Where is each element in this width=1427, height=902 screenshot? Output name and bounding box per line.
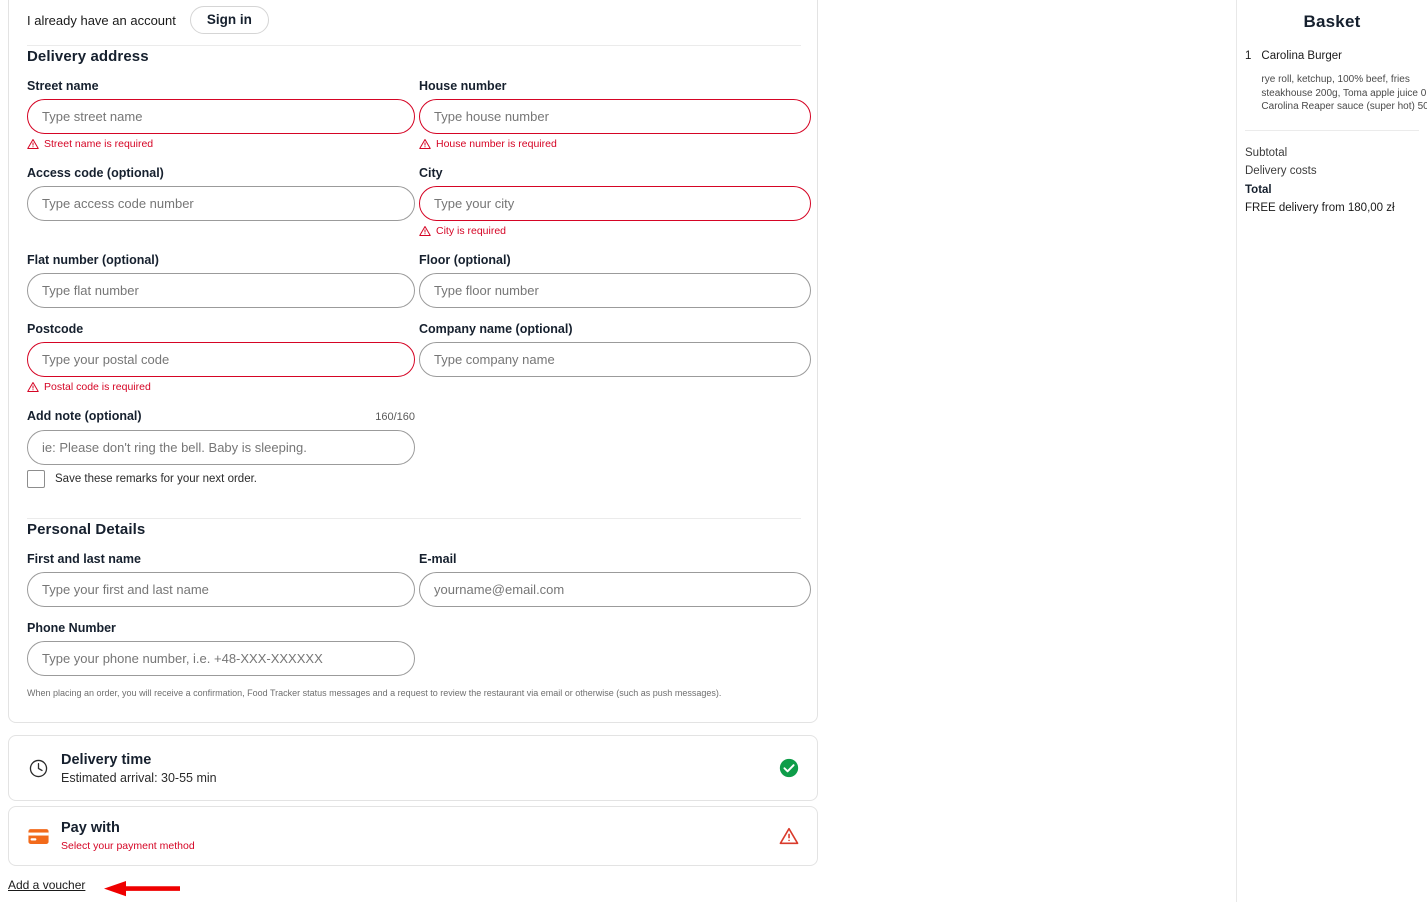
city-error-text: City is required: [436, 225, 507, 237]
access-code-label: Access code (optional): [27, 166, 164, 180]
postcode-error-text: Postal code is required: [44, 381, 151, 393]
access-code-input[interactable]: [27, 186, 415, 221]
field-full-name: First and last name: [27, 552, 415, 607]
pay-with-subtitle: Select your payment method: [61, 839, 195, 852]
address-form-card: I already have an account Sign in Delive…: [8, 0, 818, 723]
total-row-total: Total: [1245, 183, 1272, 196]
email-input[interactable]: [419, 572, 811, 607]
account-prompt-label: I already have an account: [27, 12, 176, 28]
note-character-counter: 160/160: [375, 411, 415, 423]
total-row-free-delivery-note: FREE delivery from 180,00 zł: [1245, 202, 1395, 214]
warning-triangle-icon: [27, 139, 39, 149]
floor-label: Floor (optional): [419, 253, 511, 267]
signin-row: I already have an account Sign in: [27, 3, 269, 37]
pay-with-card[interactable]: Pay with Select your payment method: [8, 806, 818, 866]
divider-top: [27, 45, 801, 46]
note-header: Add note (optional) 160/160: [27, 409, 415, 424]
field-company-name: Company name (optional): [419, 322, 811, 377]
street-name-error: Street name is required: [27, 138, 415, 150]
total-row-subtotal: Subtotal: [1245, 146, 1288, 159]
pay-with-title: Pay with: [61, 819, 120, 836]
pay-with-status: [779, 826, 799, 846]
check-circle-icon: [779, 758, 799, 778]
warning-triangle-icon: [27, 382, 39, 392]
field-house-number: House number House number is required: [419, 79, 811, 150]
basket-item-description: rye roll, ketchup, 100% beef, fries stea…: [1261, 74, 1427, 112]
delivery-time-body: Delivery time Estimated arrival: 30-55 m…: [61, 751, 779, 786]
warning-triangle-icon: [419, 139, 431, 149]
basket-title: Basket: [1303, 12, 1361, 31]
house-number-input[interactable]: [419, 99, 811, 134]
house-number-error-text: House number is required: [436, 138, 557, 150]
phone-input[interactable]: [27, 641, 415, 676]
full-name-label: First and last name: [27, 552, 141, 566]
save-remarks-row[interactable]: Save these remarks for your next order.: [27, 470, 257, 488]
delivery-time-title: Delivery time: [61, 751, 152, 768]
basket-totals: Subtotal Delivery costs Total FREE deliv…: [1245, 144, 1419, 218]
basket-item-main: Carolina Burger rye roll, ketchup, 100% …: [1261, 49, 1427, 114]
warning-triangle-icon: [779, 827, 799, 845]
order-disclaimer-text: When placing an order, you will receive …: [27, 688, 722, 698]
clock-icon: [26, 756, 50, 780]
street-name-error-text: Street name is required: [44, 138, 154, 150]
voucher-row: Add a voucher: [8, 878, 85, 892]
flat-number-label: Flat number (optional): [27, 253, 159, 267]
sign-in-button[interactable]: Sign in: [189, 6, 269, 34]
phone-label: Phone Number: [27, 621, 116, 635]
house-number-error: House number is required: [419, 138, 811, 150]
postcode-label: Postcode: [27, 322, 84, 336]
company-name-label: Company name (optional): [419, 322, 573, 336]
note-label: Add note (optional): [27, 409, 142, 423]
annotation-arrow-icon: [96, 880, 180, 902]
credit-card-icon: [26, 824, 50, 848]
postcode-input[interactable]: [27, 342, 415, 377]
field-email: E-mail: [419, 552, 811, 607]
field-city: City City is required: [419, 166, 811, 237]
field-flat-number: Flat number (optional): [27, 253, 415, 308]
checkout-main-column: I already have an account Sign in Delive…: [0, 0, 1216, 902]
field-floor: Floor (optional): [419, 253, 811, 308]
full-name-input[interactable]: [27, 572, 415, 607]
pay-with-body: Pay with Select your payment method: [61, 819, 779, 854]
basket-sidebar: Basket 1 Carolina Burger rye roll, ketch…: [1237, 0, 1427, 902]
city-error: City is required: [419, 225, 811, 237]
city-input[interactable]: [419, 186, 811, 221]
basket-item-name: Carolina Burger: [1261, 50, 1342, 62]
delivery-time-status: [779, 758, 799, 778]
field-note: [27, 430, 415, 465]
delivery-time-card[interactable]: Delivery time Estimated arrival: 30-55 m…: [8, 735, 818, 801]
delivery-address-heading: Delivery address: [27, 48, 149, 65]
postcode-error: Postal code is required: [27, 381, 415, 393]
basket-item: 1 Carolina Burger rye roll, ketchup, 100…: [1245, 49, 1427, 114]
field-access-code: Access code (optional): [27, 166, 415, 221]
total-row-delivery-costs: Delivery costs: [1245, 165, 1317, 177]
city-label: City: [419, 166, 443, 180]
personal-details-heading: Personal Details: [27, 521, 146, 538]
field-street-name: Street name Street name is required: [27, 79, 415, 150]
add-voucher-link[interactable]: Add a voucher: [8, 878, 85, 892]
email-label: E-mail: [419, 552, 457, 566]
street-name-label: Street name: [27, 79, 99, 93]
warning-triangle-icon: [419, 226, 431, 236]
street-name-input[interactable]: [27, 99, 415, 134]
divider-middle: [27, 518, 801, 519]
checkout-page: I already have an account Sign in Delive…: [0, 0, 1427, 902]
basket-item-quantity: 1: [1245, 50, 1252, 62]
field-postcode: Postcode Postal code is required: [27, 322, 415, 393]
floor-input[interactable]: [419, 273, 811, 308]
field-phone: Phone Number: [27, 621, 415, 676]
note-input[interactable]: [27, 430, 415, 465]
flat-number-input[interactable]: [27, 273, 415, 308]
save-remarks-checkbox[interactable]: [27, 470, 45, 488]
delivery-time-subtitle: Estimated arrival: 30-55 min: [61, 770, 217, 785]
save-remarks-label: Save these remarks for your next order.: [55, 473, 257, 485]
house-number-label: House number: [419, 79, 507, 93]
company-name-input[interactable]: [419, 342, 811, 377]
basket-divider: [1245, 129, 1419, 131]
